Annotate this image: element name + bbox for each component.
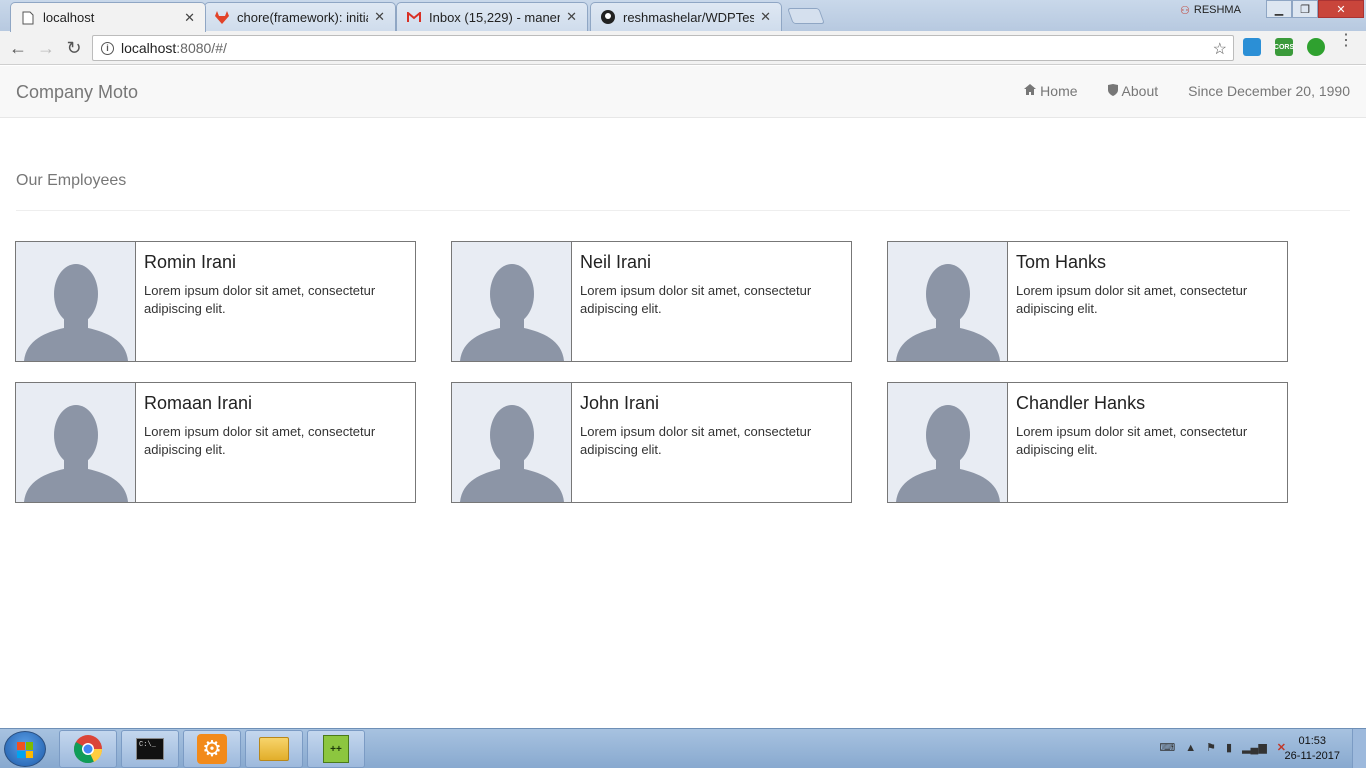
taskbar-chrome[interactable] xyxy=(59,730,117,768)
clock-time: 01:53 xyxy=(1298,735,1327,747)
employee-name: Neil Irani xyxy=(580,252,652,272)
close-icon[interactable]: ✕ xyxy=(760,9,771,25)
back-button[interactable]: ← xyxy=(7,37,29,59)
tab-title: localhost xyxy=(43,10,95,25)
employee-description: Lorem ipsum dolor sit amet, consectetur … xyxy=(1016,424,1248,457)
tab-github[interactable]: reshmashelar/WDPTest: ✕ xyxy=(590,2,782,31)
url-path: :8080/#/ xyxy=(176,40,227,56)
nav-about[interactable]: About xyxy=(1107,83,1159,99)
nav-about-label: About xyxy=(1121,83,1159,99)
avatar-placeholder-icon xyxy=(452,242,572,361)
avatar-placeholder-icon xyxy=(16,242,136,361)
site-navbar: Company Moto Home About Since December 2… xyxy=(0,66,1366,118)
notepad-plus-icon: ++ xyxy=(323,735,349,763)
info-icon[interactable]: i xyxy=(101,41,114,55)
employee-card[interactable]: Romaan Irani Lorem ipsum dolor sit amet,… xyxy=(15,382,416,503)
since-text: Since December 20, 1990 xyxy=(1188,83,1350,99)
battery-icon[interactable]: ▮ xyxy=(1226,741,1232,754)
taskbar-explorer[interactable] xyxy=(245,730,303,768)
brand[interactable]: Company Moto xyxy=(16,82,138,103)
address-bar[interactable]: i localhost:8080/#/ ☆ xyxy=(92,35,1234,61)
close-icon[interactable]: ✕ xyxy=(184,10,195,26)
employee-card[interactable]: Tom Hanks Lorem ipsum dolor sit amet, co… xyxy=(887,241,1288,362)
avatar-placeholder-icon xyxy=(452,383,572,502)
close-icon[interactable]: ✕ xyxy=(374,9,385,25)
profile-icon: ⚇ xyxy=(1180,4,1190,17)
tab-title: Inbox (15,229) - maneres xyxy=(429,9,561,25)
browser-toolbar: ← → ↻ i localhost:8080/#/ ☆ CORS ⋮ xyxy=(0,31,1366,65)
employee-description: Lorem ipsum dolor sit amet, consectetur … xyxy=(580,283,812,316)
settings-icon: ⚙ xyxy=(197,734,227,764)
new-tab-button[interactable] xyxy=(787,8,825,24)
employee-description: Lorem ipsum dolor sit amet, consectetur … xyxy=(144,424,376,457)
nav-home-label: Home xyxy=(1040,83,1078,99)
browser-tabstrip: localhost ✕ chore(framework): initial ✕ … xyxy=(0,0,1366,32)
restore-button[interactable]: ❐ xyxy=(1292,0,1318,18)
forward-button[interactable]: → xyxy=(35,37,57,59)
employee-name: Romin Irani xyxy=(144,252,237,272)
avatar-placeholder-icon xyxy=(888,383,1008,502)
tab-localhost[interactable]: localhost ✕ xyxy=(10,2,206,32)
employee-card[interactable]: Chandler Hanks Lorem ipsum dolor sit ame… xyxy=(887,382,1288,503)
avatar-placeholder-icon xyxy=(16,383,136,502)
employee-name: Tom Hanks xyxy=(1016,252,1107,272)
keyboard-icon[interactable]: ⌨ xyxy=(1159,741,1175,754)
system-tray: ⌨ ▲ ⚑ ▮ ▂▄▆ ✕ xyxy=(1159,741,1286,755)
shield-icon xyxy=(1107,83,1118,99)
profile-button[interactable]: ⚇ RESHMA xyxy=(1180,2,1241,18)
bookmark-star-icon[interactable]: ☆ xyxy=(1213,39,1227,59)
window-controls: ▁ ❐ ✕ xyxy=(1266,0,1364,18)
home-icon xyxy=(1024,84,1037,98)
cors-ext-icon[interactable]: CORS xyxy=(1274,38,1294,56)
clock-date: 26-11-2017 xyxy=(1284,750,1340,762)
profile-name: RESHMA xyxy=(1193,4,1241,16)
employee-description: Lorem ipsum dolor sit amet, consectetur … xyxy=(1016,283,1248,316)
nav-home[interactable]: Home xyxy=(1024,83,1078,99)
employee-description: Lorem ipsum dolor sit amet, consectetur … xyxy=(144,283,376,316)
tab-title: reshmashelar/WDPTest: xyxy=(623,9,755,25)
close-window-button[interactable]: ✕ xyxy=(1318,0,1364,18)
employee-name: Romaan Irani xyxy=(144,393,253,413)
taskbar-cmd[interactable]: C:\_ xyxy=(121,730,179,768)
explorer-icon xyxy=(259,737,289,761)
chrome-icon xyxy=(74,735,103,764)
avatar-placeholder-icon xyxy=(888,242,1008,361)
show-desktop-button[interactable] xyxy=(1352,729,1366,768)
reload-button[interactable]: ↻ xyxy=(63,37,85,59)
minimize-button[interactable]: ▁ xyxy=(1266,0,1292,18)
close-icon[interactable]: ✕ xyxy=(566,9,577,25)
gitlab-icon xyxy=(215,10,229,24)
windows-taskbar: C:\_ ⚙ ++ ⌨ ▲ ⚑ ▮ ▂▄▆ ✕ 01:53 26-11-2017 xyxy=(0,728,1366,768)
section-title: Our Employees xyxy=(16,172,127,189)
employee-card[interactable]: John Irani Lorem ipsum dolor sit amet, c… xyxy=(451,382,852,503)
action-center-flag-icon[interactable]: ⚑ xyxy=(1206,741,1216,754)
divider xyxy=(16,210,1350,211)
tab-gmail[interactable]: Inbox (15,229) - maneres ✕ xyxy=(396,2,588,31)
taskbar-notepadpp[interactable]: ++ xyxy=(307,730,365,768)
employee-card[interactable]: Romin Irani Lorem ipsum dolor sit amet, … xyxy=(15,241,416,362)
employee-name: John Irani xyxy=(580,393,660,413)
meteor-ext-icon[interactable] xyxy=(1243,38,1261,56)
page-icon xyxy=(21,11,35,25)
chrome-menu-icon[interactable]: ⋮ xyxy=(1338,33,1354,49)
cmd-icon: C:\_ xyxy=(136,738,164,760)
network-signal-icon[interactable]: ▂▄▆ xyxy=(1242,741,1267,754)
employee-name: Chandler Hanks xyxy=(1016,393,1146,413)
green-circle-ext-icon[interactable] xyxy=(1307,38,1325,56)
url-host: localhost xyxy=(121,40,177,56)
github-icon xyxy=(601,10,615,24)
gmail-icon xyxy=(407,10,421,24)
tab-title: chore(framework): initial xyxy=(237,9,369,25)
tab-gitlab[interactable]: chore(framework): initial ✕ xyxy=(204,2,396,31)
windows-logo-icon xyxy=(17,742,33,758)
show-hidden-icons-icon[interactable]: ▲ xyxy=(1185,742,1196,754)
start-button[interactable] xyxy=(4,731,46,767)
nav-links: Home About Since December 20, 1990 xyxy=(994,83,1350,99)
taskbar-settings[interactable]: ⚙ xyxy=(183,730,241,768)
employee-card[interactable]: Neil Irani Lorem ipsum dolor sit amet, c… xyxy=(451,241,852,362)
system-clock[interactable]: 01:53 26-11-2017 xyxy=(1285,734,1340,764)
employee-description: Lorem ipsum dolor sit amet, consectetur … xyxy=(580,424,812,457)
